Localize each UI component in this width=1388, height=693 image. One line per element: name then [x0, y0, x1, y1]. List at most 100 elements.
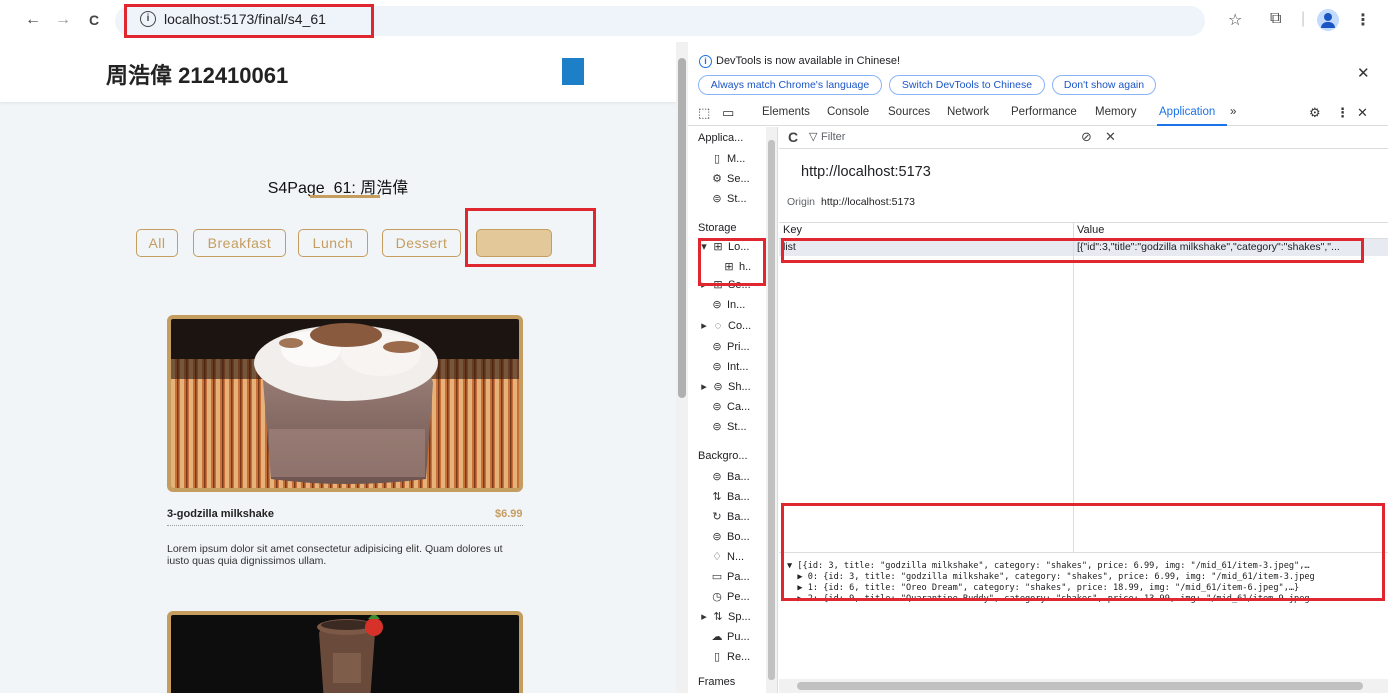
origin-info: Origin http://localhost:5173 — [787, 196, 915, 208]
item-price: $6.99 — [495, 508, 523, 520]
chrome-menu-icon[interactable]: ⋮ — [1355, 10, 1371, 30]
sidebar-item-private-state-tokens[interactable]: ⊜ Pri... — [710, 340, 749, 353]
active-tab-indicator — [1157, 124, 1227, 126]
banner-message: DevTools is now available in Chinese! — [716, 55, 901, 67]
back-icon[interactable]: ← — [22, 9, 44, 31]
profile-avatar[interactable] — [1317, 9, 1339, 31]
section-background-services[interactable]: Backgro... — [698, 450, 748, 462]
close-banner-icon[interactable]: ✕ — [1357, 64, 1370, 82]
sidebar-item-interest-groups[interactable]: ⊜ Int... — [710, 360, 748, 373]
reload-icon[interactable]: C — [83, 9, 105, 31]
tab-memory[interactable]: Memory — [1095, 106, 1137, 118]
page-scrollbar[interactable] — [676, 42, 688, 693]
sync-arrows-icon: ⇅ — [712, 491, 722, 503]
database-icon: ⊜ — [712, 341, 722, 353]
storage-view: C ▽ Filter ⊘ ✕ http://localhost:5173 Ori… — [779, 127, 1388, 693]
delete-selected-icon[interactable]: ✕ — [1105, 129, 1116, 145]
annotation-box-value-preview — [781, 503, 1385, 601]
devtools-menu-icon[interactable]: ⋮ — [1336, 105, 1349, 121]
sidebar-item-cookies[interactable]: ▸ ◌ Co... — [700, 319, 751, 332]
collapse-arrow-icon: ▸ — [701, 320, 707, 332]
annotation-box-local-storage — [698, 238, 766, 286]
sidebar-item-bounce-tracking[interactable]: ⊜ Bo... — [710, 530, 749, 543]
tab-sources[interactable]: Sources — [888, 106, 930, 118]
filter-icon: ▽ — [809, 131, 818, 143]
switch-to-chinese-button[interactable]: Switch DevTools to Chinese — [889, 75, 1045, 95]
item-photo-godzilla-milkshake — [167, 315, 523, 492]
dont-show-again-button[interactable]: Don't show again — [1052, 75, 1156, 95]
clear-all-icon[interactable]: ⊘ — [1081, 129, 1092, 145]
bookmark-star-icon[interactable]: ☆ — [1228, 10, 1242, 30]
database-icon: ⊜ — [712, 531, 722, 543]
category-breakfast-button[interactable]: Breakfast — [193, 229, 286, 257]
sidebar-item-indexeddb[interactable]: ⊜ In... — [710, 298, 745, 311]
sidebar-item-payment-handler[interactable]: ▭ Pa... — [710, 570, 750, 583]
sidebar-item-reporting-api[interactable]: ▯ Re... — [710, 650, 750, 663]
page-header: 周浩偉 212410061 — [0, 42, 676, 102]
inspect-element-icon[interactable]: ⬚ — [698, 105, 710, 121]
clock-icon: ◷ — [712, 591, 722, 603]
sidebar-item-periodic-sync[interactable]: ◷ Pe... — [710, 590, 749, 603]
sidebar-item-cache-storage[interactable]: ⊜ Ca... — [710, 400, 750, 413]
item-divider — [167, 525, 523, 526]
settings-gear-icon[interactable]: ⚙ — [1309, 105, 1321, 121]
always-match-language-button[interactable]: Always match Chrome's language — [698, 75, 882, 95]
filter-input[interactable]: Filter — [821, 131, 845, 143]
category-lunch-button[interactable]: Lunch — [298, 229, 368, 257]
bell-icon: ♢ — [712, 551, 722, 563]
database-icon: ⊜ — [713, 381, 723, 393]
section-application[interactable]: Applica... — [698, 132, 743, 144]
gear-icon: ⚙ — [712, 173, 722, 185]
sidebar-item-storage[interactable]: ⊜ St... — [710, 192, 746, 205]
sidebar-item-back-forward-cache[interactable]: ⊜ Ba... — [710, 470, 749, 483]
database-icon: ⊜ — [712, 299, 722, 311]
card-icon: ▭ — [711, 571, 723, 583]
sidebar-item-manifest[interactable]: ▯ M... — [710, 152, 745, 165]
device-toolbar-icon[interactable]: ▭ — [722, 105, 734, 121]
forward-icon[interactable]: → — [52, 9, 74, 31]
category-dessert-button[interactable]: Dessert — [382, 229, 461, 257]
key-column-header[interactable]: Key — [783, 224, 802, 236]
sync-arrows-icon: ⇅ — [713, 611, 723, 623]
sidebar-item-notifications[interactable]: ♢ N... — [710, 550, 744, 563]
database-icon: ⊜ — [712, 361, 722, 373]
close-devtools-icon[interactable]: ✕ — [1357, 105, 1368, 121]
storage-table-header: Key Value — [779, 222, 1388, 239]
section-storage[interactable]: Storage — [698, 222, 737, 234]
nav-toggle-button[interactable] — [562, 58, 584, 85]
refresh-icon[interactable]: C — [788, 129, 798, 145]
value-column-header[interactable]: Value — [1077, 224, 1104, 236]
section-frames[interactable]: Frames — [698, 676, 735, 688]
more-tabs-icon[interactable]: » — [1230, 106, 1236, 118]
tab-network[interactable]: Network — [947, 106, 989, 118]
tab-console[interactable]: Console — [827, 106, 869, 118]
application-sidebar: Applica... ▯ M... ⚙ Se... ⊜ St... Storage ▾… — [688, 127, 778, 693]
language-banner: i DevTools is now available in Chinese! … — [688, 42, 1388, 100]
sidebar-scrollbar[interactable] — [766, 127, 777, 693]
sidebar-item-background-sync[interactable]: ↻ Ba... — [710, 510, 749, 523]
sidebar-item-speculative-loads[interactable]: ▸ ⇅ Sp... — [700, 610, 750, 623]
file-icon: ▯ — [713, 651, 721, 663]
category-all-button[interactable]: All — [136, 229, 178, 257]
database-icon: ⊜ — [712, 421, 722, 433]
tab-elements[interactable]: Elements — [762, 106, 810, 118]
database-icon: ⊜ — [712, 401, 722, 413]
horizontal-scrollbar[interactable] — [779, 679, 1388, 693]
devtools-tab-bar: ⬚ ▭ Elements Console Sources Network Per… — [688, 100, 1388, 126]
sidebar-item-background-fetch[interactable]: ⇅ Ba... — [710, 490, 749, 503]
title-underline — [310, 195, 380, 198]
item-photo-oreo-dream — [167, 611, 523, 693]
tab-application[interactable]: Application — [1159, 106, 1215, 118]
filter-bar: C ▽ Filter ⊘ ✕ — [779, 127, 1388, 149]
tab-performance[interactable]: Performance — [1011, 106, 1077, 118]
info-icon: i — [699, 55, 712, 68]
annotation-box-shakes — [465, 208, 596, 267]
sidebar-item-service-workers[interactable]: ⚙ Se... — [710, 172, 750, 185]
browser-toolbar: ← → C i localhost:5173/final/s4_61 ☆ ⧉ |… — [0, 0, 1388, 42]
sidebar-item-push-messaging[interactable]: ☁ Pu... — [710, 630, 750, 643]
extensions-icon[interactable]: ⧉ — [1270, 10, 1281, 28]
item-description: Lorem ipsum dolor sit amet consectetur a… — [167, 543, 503, 567]
sidebar-item-shared-storage[interactable]: ▸ ⊜ Sh... — [700, 380, 750, 393]
sidebar-item-storage-buckets[interactable]: ⊜ St... — [710, 420, 746, 433]
annotation-box-url — [124, 4, 374, 38]
